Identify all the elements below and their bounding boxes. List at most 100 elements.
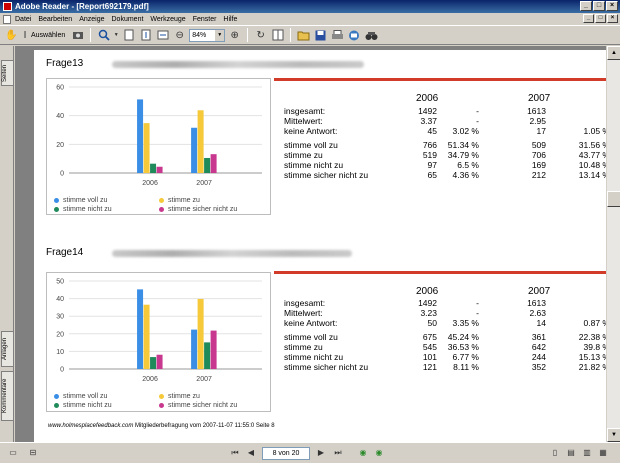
- facing-layout-icon[interactable]: ▥: [580, 446, 594, 460]
- legend-label: stimme zu: [168, 197, 200, 204]
- stats-row: stimme zu 545 36.53 % 642 39.8 %: [284, 342, 606, 352]
- stats-count-2006: 97: [427, 160, 437, 170]
- stats-row: stimme nicht zu 97 6.5 % 169 10.48 %: [284, 160, 606, 170]
- zoom-level-select[interactable]: 84% ▼: [189, 28, 226, 42]
- go-back-icon[interactable]: ◉: [356, 446, 370, 460]
- stats-label: insgesamt:: [284, 298, 326, 308]
- next-page-button[interactable]: ▶: [314, 446, 328, 460]
- stats-count-2006: 45: [427, 126, 437, 136]
- window-controls: _ □ ×: [580, 1, 618, 11]
- document-view[interactable]: Frage13 0 20 40 60 2006 2007 stimme voll zu s…: [15, 46, 606, 442]
- select-tool-icon[interactable]: I: [21, 28, 29, 43]
- vertical-scrollbar[interactable]: ▲ ▼: [606, 46, 620, 442]
- stats-count-2006: 545: [422, 342, 437, 352]
- legend-marker: [159, 394, 164, 399]
- scroll-up-button[interactable]: ▲: [607, 46, 620, 60]
- stats-label: stimme voll zu: [284, 332, 338, 342]
- footer-link[interactable]: www.holmesplacefeedback.com: [48, 423, 133, 429]
- stats-percent-2006: -: [476, 298, 479, 308]
- previous-page-button[interactable]: ◀: [244, 446, 258, 460]
- stats-percent-2006: -: [476, 308, 479, 318]
- zoom-in-icon[interactable]: ⊕: [227, 28, 242, 43]
- menu-werkzeuge[interactable]: Werkzeuge: [150, 16, 185, 23]
- page-layout-icon[interactable]: [270, 28, 285, 43]
- stats-percent-2007: 0.87 %: [583, 318, 606, 328]
- stats-label: stimme nicht zu: [284, 352, 344, 362]
- toolbar: ✋ I Auswählen ▼ ⊖ 84% ▼ ⊕ ↻: [0, 25, 620, 45]
- stats-label: stimme zu: [284, 150, 323, 160]
- tab-anlagen[interactable]: Anlagen: [1, 331, 13, 367]
- bar: [156, 166, 163, 173]
- save-icon[interactable]: [313, 28, 328, 43]
- page-number-input[interactable]: 8 von 20: [262, 447, 310, 460]
- open-folder-icon[interactable]: [296, 28, 311, 43]
- stats-percent-2006: 8.11 %: [453, 362, 479, 372]
- fit-width-icon[interactable]: [155, 28, 170, 43]
- bar: [150, 357, 157, 369]
- bar-chart: 0 10 20 30 40 50 2006 2007 stimme voll zu stimm…: [46, 272, 271, 412]
- stats-count-2006: 3.23: [420, 308, 437, 318]
- stats-count-2007: 14: [536, 318, 546, 328]
- stats-percent-2007: 10.48 %: [578, 160, 606, 170]
- stats-label: stimme zu: [284, 342, 323, 352]
- zoom-dropdown-icon[interactable]: ▼: [113, 28, 119, 43]
- zoom-in-tool-icon[interactable]: [96, 28, 111, 43]
- last-page-button[interactable]: ⏭: [331, 446, 345, 460]
- close-button[interactable]: ×: [606, 1, 618, 11]
- stats-row: stimme voll zu 766 51.34 % 509 31.56 %: [284, 140, 606, 150]
- menu-hilfe[interactable]: Hilfe: [223, 16, 237, 23]
- y-tick-label: 40: [56, 113, 64, 120]
- continuous-layout-icon[interactable]: ▤: [564, 446, 578, 460]
- expand-panel-icon[interactable]: ⊟: [26, 446, 40, 460]
- stats-count-2006: 519: [422, 150, 437, 160]
- doc-restore-button[interactable]: □: [595, 14, 606, 23]
- menu-bearbeiten[interactable]: Bearbeiten: [38, 16, 72, 23]
- stats-label: stimme sicher nicht zu: [284, 170, 369, 180]
- fit-page-icon[interactable]: [138, 28, 153, 43]
- scroll-down-button[interactable]: ▼: [607, 428, 620, 442]
- go-forward-icon[interactable]: ◉: [372, 446, 386, 460]
- status-bar: ▭ ⊟ ⏮ ◀ 8 von 20 ▶ ⏭ ◉ ◉ ▯ ▤ ▥ ▦: [0, 442, 620, 463]
- stats-percent-2006: -: [476, 116, 479, 126]
- tab-kommentare[interactable]: Kommentare: [1, 371, 13, 421]
- actual-size-icon[interactable]: [121, 28, 136, 43]
- document-icon[interactable]: [3, 14, 11, 24]
- y-tick-label: 30: [56, 314, 64, 321]
- page-footer: www.holmesplacefeedback.com Mitgliederbe…: [48, 423, 275, 429]
- bar: [197, 298, 204, 369]
- search-icon[interactable]: [364, 28, 379, 43]
- print-icon[interactable]: [330, 28, 345, 43]
- menu-fenster[interactable]: Fenster: [193, 16, 217, 23]
- bar: [210, 154, 217, 173]
- single-page-layout-icon[interactable]: ▯: [548, 446, 562, 460]
- scroll-thumb[interactable]: [607, 191, 620, 207]
- stats-label: keine Antwort:: [284, 126, 338, 136]
- email-icon[interactable]: [347, 28, 362, 43]
- menu-dokument[interactable]: Dokument: [112, 16, 144, 23]
- question-title: Frage13: [46, 58, 84, 69]
- continuous-facing-layout-icon[interactable]: ▦: [596, 446, 610, 460]
- doc-minimize-button[interactable]: _: [583, 14, 594, 23]
- stats-count-2007: 642: [531, 342, 546, 352]
- menu-datei[interactable]: Datei: [15, 16, 31, 23]
- stats-percent-2006: 6.77 %: [452, 352, 479, 362]
- doc-close-button[interactable]: ×: [607, 14, 618, 23]
- minimize-button[interactable]: _: [580, 1, 592, 11]
- legend-label: stimme zu: [168, 393, 200, 400]
- stats-percent-2007: 22.38 %: [578, 332, 606, 342]
- y-tick-label: 20: [56, 142, 64, 149]
- bar: [210, 330, 217, 369]
- x-tick-label: 2006: [142, 180, 158, 187]
- year-header-2007: 2007: [528, 286, 551, 297]
- hand-tool-icon[interactable]: ✋: [4, 28, 19, 43]
- zoom-out-icon[interactable]: ⊖: [172, 28, 187, 43]
- select-tool-label[interactable]: Auswählen: [31, 32, 65, 39]
- bar: [197, 110, 204, 173]
- maximize-button[interactable]: □: [593, 1, 605, 11]
- first-page-button[interactable]: ⏮: [228, 446, 242, 460]
- tab-seiten[interactable]: Seiten: [1, 60, 13, 86]
- snapshot-tool-icon[interactable]: [70, 28, 85, 43]
- menu-anzeige[interactable]: Anzeige: [79, 16, 104, 23]
- bar-chart-plot: 0 20 40 60 2006 2007: [56, 85, 262, 187]
- rotate-view-icon[interactable]: ↻: [253, 28, 268, 43]
